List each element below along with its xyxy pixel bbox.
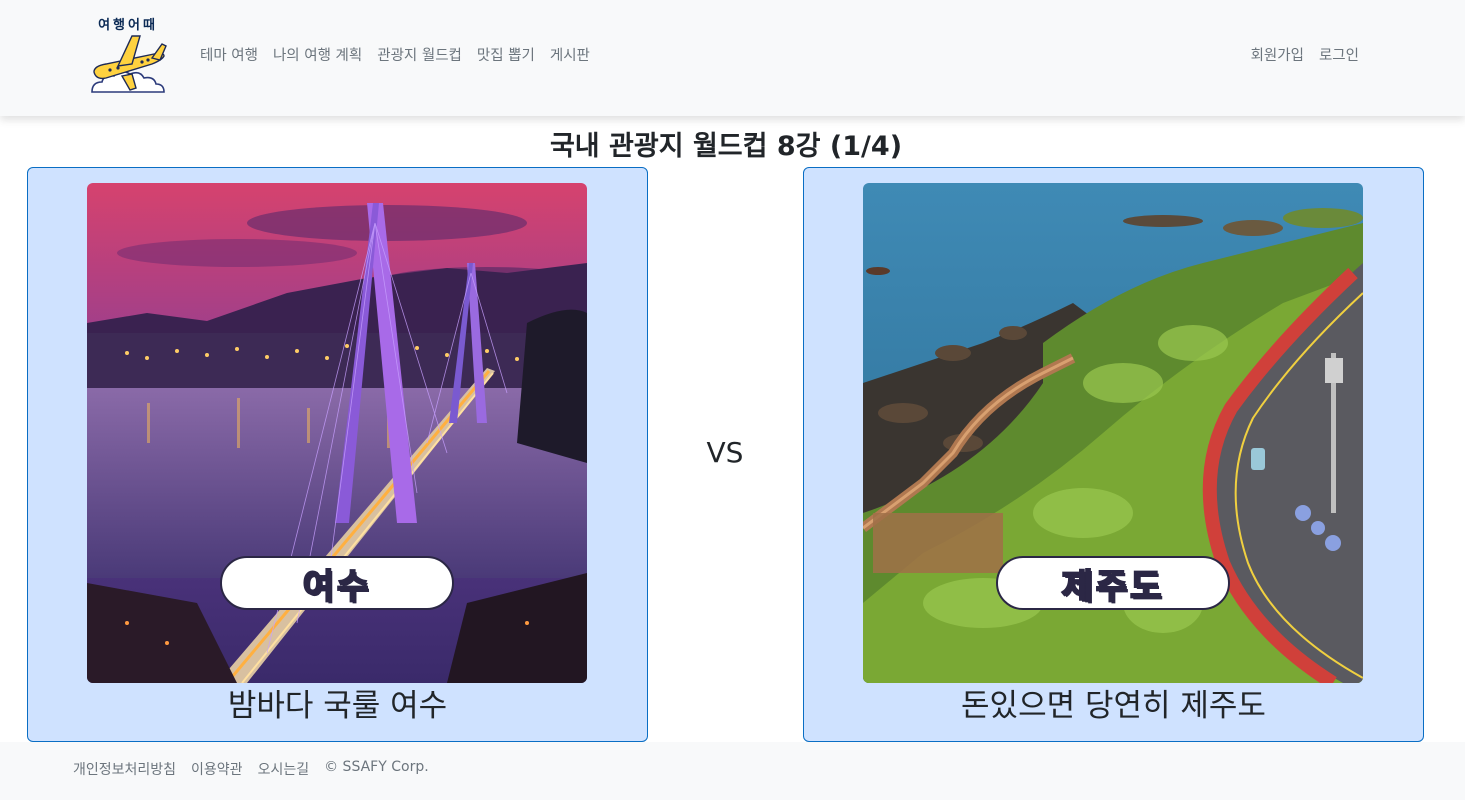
logo[interactable]: 여행어때: [88, 14, 168, 96]
candidate-card-right[interactable]: 제주도 돈있으면 당연히 제주도: [803, 167, 1424, 742]
footer-privacy-link[interactable]: 개인정보처리방침: [73, 759, 176, 779]
main-nav: 테마 여행 나의 여행 계획 관광지 월드컵 맛집 뽑기 게시판: [200, 44, 590, 65]
candidate-caption: 돈있으면 당연히 제주도: [961, 688, 1266, 724]
nav-tourist-worldcup[interactable]: 관광지 월드컵: [377, 44, 462, 65]
airplane-logo-icon: [91, 35, 167, 93]
signup-link[interactable]: 회원가입: [1251, 44, 1304, 65]
top-navbar: 여행어때 테마 여행 나의 여행 계획 관광지 월드컵 맛집 뽑기 게시판 회원…: [0, 0, 1465, 116]
login-link[interactable]: 로그인: [1319, 44, 1359, 65]
nav-theme-travel[interactable]: 테마 여행: [200, 44, 258, 65]
footer-directions-link[interactable]: 오시는길: [258, 759, 310, 779]
vs-label: VS: [706, 436, 744, 469]
candidate-name-badge: 여수: [220, 556, 454, 610]
candidate-name-badge: 제주도: [996, 556, 1230, 610]
candidate-name: 제주도: [1061, 566, 1165, 608]
page-title: 국내 관광지 월드컵 8강 (1/4): [549, 131, 903, 162]
candidate-caption: 밤바다 국룰 여수: [227, 688, 448, 724]
footer-copyright: © SSAFY Corp.: [324, 759, 429, 775]
footer-terms-link[interactable]: 이용약관: [191, 759, 243, 779]
candidate-name: 여수: [302, 566, 372, 608]
footer-links: 개인정보처리방침 이용약관 오시는길 © SSAFY Corp.: [73, 759, 429, 779]
candidate-image-yeosu[interactable]: 여수: [87, 183, 587, 683]
nav-restaurant-pick[interactable]: 맛집 뽑기: [477, 44, 535, 65]
footer: 개인정보처리방침 이용약관 오시는길 © SSAFY Corp.: [0, 742, 1465, 800]
auth-nav: 회원가입 로그인: [1251, 44, 1359, 65]
candidate-image-jeju[interactable]: 제주도: [863, 183, 1363, 683]
nav-my-travel-plan[interactable]: 나의 여행 계획: [273, 44, 362, 65]
candidate-card-left[interactable]: 여수 밤바다 국룰 여수: [27, 167, 648, 742]
nav-board[interactable]: 게시판: [550, 44, 590, 65]
